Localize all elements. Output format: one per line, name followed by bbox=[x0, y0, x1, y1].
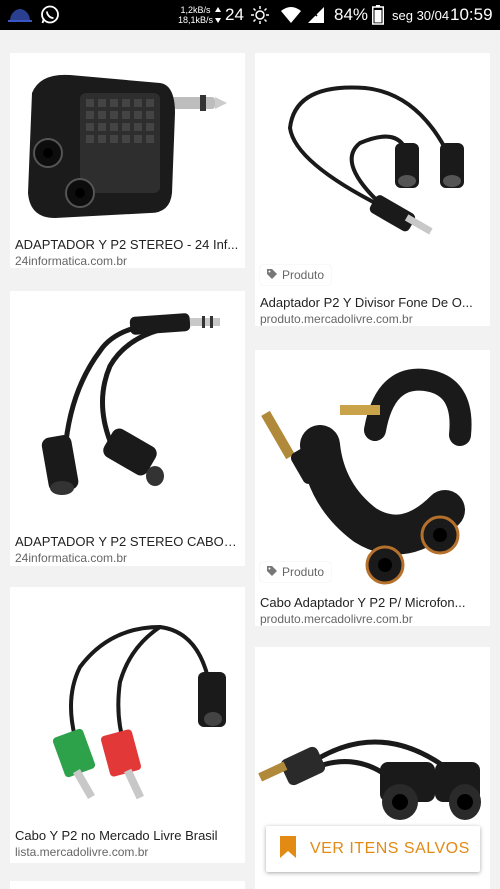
bookmark-icon bbox=[278, 835, 298, 864]
network-speed: 1,2kB/s 18,1kB/s bbox=[178, 0, 213, 30]
result-title[interactable]: Cabo Y P2 no Mercado Livre Brasil bbox=[15, 828, 239, 843]
view-saved-items-button[interactable]: VER ITENS SALVOS bbox=[266, 826, 480, 872]
result-image[interactable] bbox=[10, 291, 245, 526]
signal-number: 24 bbox=[225, 5, 244, 24]
result-domain: produto.mercadolivre.com.br bbox=[260, 612, 413, 626]
result-image[interactable] bbox=[10, 587, 245, 820]
result-domain: produto.mercadolivre.com.br bbox=[260, 312, 413, 326]
data-arrows-icon bbox=[214, 0, 222, 30]
result-image[interactable] bbox=[255, 53, 490, 286]
result-image[interactable] bbox=[255, 350, 490, 585]
product-badge: Produto bbox=[260, 562, 332, 582]
image-results-grid: ADAPTADOR Y P2 STEREO - 24 Inf... 24info… bbox=[0, 30, 500, 889]
product-badge: Produto bbox=[260, 265, 332, 285]
result-card[interactable]: Produto Cabo Adaptador Y P2 P/ Microfon.… bbox=[255, 350, 490, 626]
wifi-icon bbox=[280, 0, 302, 30]
result-title[interactable]: Cabo Adaptador Y P2 P/ Microfon... bbox=[260, 595, 484, 610]
result-title[interactable]: Adaptador P2 Y Divisor Fone De O... bbox=[260, 295, 484, 310]
result-image[interactable] bbox=[10, 53, 245, 228]
view-saved-items-label: VER ITENS SALVOS bbox=[310, 840, 470, 857]
result-card[interactable]: ADAPTADOR Y P2 STEREO CABO -... 24inform… bbox=[10, 291, 245, 566]
net-down-text: 18,1kB/s bbox=[178, 15, 214, 25]
result-title[interactable]: ADAPTADOR Y P2 STEREO CABO -... bbox=[15, 534, 239, 549]
result-title[interactable]: ADAPTADOR Y P2 STEREO - 24 Inf... bbox=[15, 237, 239, 252]
battery-icon bbox=[372, 0, 384, 30]
result-domain: lista.mercadolivre.com.br bbox=[15, 845, 149, 859]
cell-signal-icon bbox=[307, 0, 325, 30]
next-result-card[interactable] bbox=[10, 881, 245, 889]
result-domain: 24informatica.com.br bbox=[15, 254, 128, 268]
brightness-icon bbox=[250, 0, 270, 30]
badge-label: Produto bbox=[282, 268, 325, 282]
net-up-text: 1,2kB/s bbox=[180, 5, 211, 15]
result-card[interactable]: Produto Adaptador P2 Y Divisor Fone De O… bbox=[255, 53, 490, 326]
whatsapp-icon bbox=[40, 0, 60, 30]
result-card[interactable]: Cabo Y P2 no Mercado Livre Brasil lista.… bbox=[10, 587, 245, 863]
battery-text: 84% bbox=[334, 5, 369, 24]
status-bar: 1,2kB/s 18,1kB/s 24 84% seg 30/04 10:59 bbox=[0, 0, 500, 30]
badge-label: Produto bbox=[282, 565, 325, 579]
result-domain: 24informatica.com.br bbox=[15, 551, 128, 565]
tag-icon bbox=[266, 268, 278, 283]
date-text: seg 30/04 bbox=[392, 7, 450, 23]
time-text: 10:59 bbox=[450, 5, 493, 24]
result-card[interactable]: ADAPTADOR Y P2 STEREO - 24 Inf... 24info… bbox=[10, 53, 245, 268]
app-notification-icon bbox=[8, 0, 32, 30]
tag-icon bbox=[266, 565, 278, 580]
